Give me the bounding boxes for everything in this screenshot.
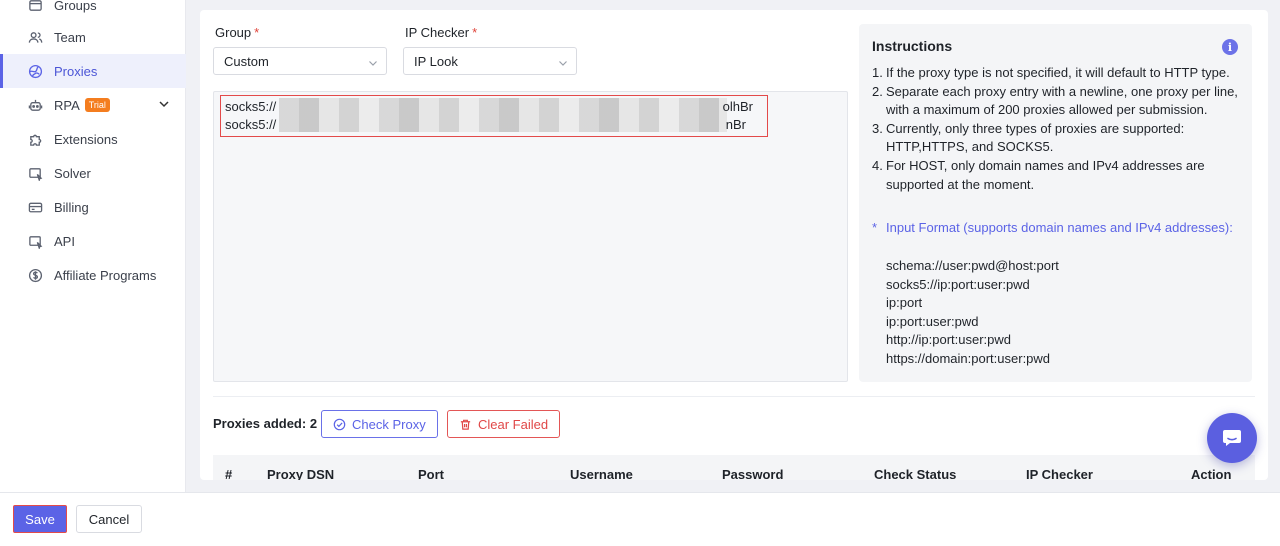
redacted-proxy-credentials [279,98,727,132]
footer-bar: Save Cancel [0,492,1280,546]
sidebar-item-api[interactable]: API [0,224,186,258]
api-icon [27,233,43,249]
column-header: Check Status [874,467,957,480]
input-format-list: schema://user:pwd@host:port socks5://ip:… [886,257,1059,369]
instructions-list: 1. If the proxy type is not specified, i… [872,64,1242,194]
format-example: http://ip:port:user:pwd [886,332,1012,348]
card-icon [27,199,43,215]
ip-checker-label: IP Checker * [405,25,478,40]
proxy-lines-highlight: socks5:// socks5:// olhBr nBr [220,95,768,137]
check-circle-icon [333,418,346,431]
sidebar-item-label: Affiliate Programs [54,267,157,283]
info-icon[interactable]: i [1222,39,1238,55]
clear-failed-button[interactable]: Clear Failed [447,410,561,438]
format-example: https://domain:port:user:pwd [886,350,1051,366]
sidebar-item-label: Extensions [54,131,118,147]
puzzle-icon [27,131,43,147]
sidebar-item-affiliate-programs[interactable]: Affiliate Programs [0,258,186,292]
column-header: Action [1191,467,1232,480]
group-select-value: Custom [224,53,269,69]
instructions-panel: Instructions i 1. If the proxy type is n… [859,24,1252,382]
sidebar-item-billing[interactable]: Billing [0,190,186,224]
robot-icon [27,97,43,113]
sidebar-item-groups[interactable]: Groups [0,0,186,22]
column-header: Password [722,467,784,480]
add-proxy-panel: Group * Custom IP Checker * IP Look socks5… [200,10,1268,480]
users-icon [27,29,43,45]
column-header: IP Checker [1026,467,1093,480]
instruction-item: 3. Currently, only three types of proxie… [872,120,1185,155]
column-header: # [225,467,233,480]
ip-checker-select-value: IP Look [414,53,458,69]
instructions-title: Instructions [872,38,953,54]
sidebar-item-solver[interactable]: Solver [0,156,186,190]
format-example: ip:port [886,295,923,311]
proxy-line-suffix: olhBr [722,99,753,114]
proxies-added-count: Proxies added: 2 [213,416,318,431]
sidebar-item-label: RPA [54,97,80,113]
sidebar-item-label: Proxies [54,63,98,79]
sidebar-item-label: Solver [54,165,91,181]
chat-bubble-icon [1221,426,1243,451]
sidebar: Groups Team Proxies RPA Trial Extensions… [0,0,186,492]
format-example: ip:port:user:pwd [886,313,979,329]
column-header: Username [570,467,633,480]
sidebar-item-extensions[interactable]: Extensions [0,122,186,156]
ip-checker-select[interactable]: IP Look [403,47,577,75]
sidebar-item-label: API [54,233,75,249]
proxy-line-prefix: socks5:// [225,99,277,114]
required-mark: * [472,25,478,40]
globe-icon [27,63,43,79]
group-label: Group * [215,25,260,40]
sidebar-item-label: Billing [54,199,89,215]
proxy-input-textarea[interactable]: socks5:// socks5:// olhBr nBr [213,91,848,382]
trash-icon [459,418,472,431]
dollar-icon [27,267,43,283]
instruction-item: 4. For HOST, only domain names and IPv4 … [872,157,1205,192]
format-example: schema://user:pwd@host:port [886,258,1059,273]
format-example: socks5://ip:port:user:pwd [886,276,1030,292]
check-proxy-button[interactable]: Check Proxy [321,410,438,438]
chat-support-button[interactable] [1207,413,1257,463]
chevron-down-icon [558,56,568,71]
sidebar-item-team[interactable]: Team [0,20,186,54]
proxy-line-prefix: socks5:// [225,117,277,132]
trial-badge: Trial [84,98,110,112]
cancel-button[interactable]: Cancel [76,505,142,533]
save-button[interactable]: Save [13,505,67,533]
instruction-item: 2. Separate each proxy entry with a newl… [872,83,1238,118]
folder-icon [27,0,43,13]
column-header: Proxy DSN [267,467,335,480]
sidebar-item-rpa[interactable]: RPA Trial [0,88,186,122]
sidebar-item-label: Groups [54,0,97,13]
column-header: Port [418,467,444,480]
proxy-table-header: # Proxy DSN Port Username Password Check… [213,455,1255,480]
proxy-line-suffix: nBr [725,117,746,132]
chevron-down-icon [368,56,378,71]
required-mark: * [254,25,260,40]
instruction-item: 1. If the proxy type is not specified, i… [872,65,1230,80]
sidebar-item-proxies[interactable]: Proxies [0,54,186,88]
input-format-heading: * Input Format (supports domain names an… [872,220,1233,235]
divider [213,396,1255,397]
chevron-down-icon[interactable] [158,98,170,113]
solver-icon [27,165,43,181]
group-select[interactable]: Custom [213,47,387,75]
sidebar-item-label: Team [54,29,86,45]
